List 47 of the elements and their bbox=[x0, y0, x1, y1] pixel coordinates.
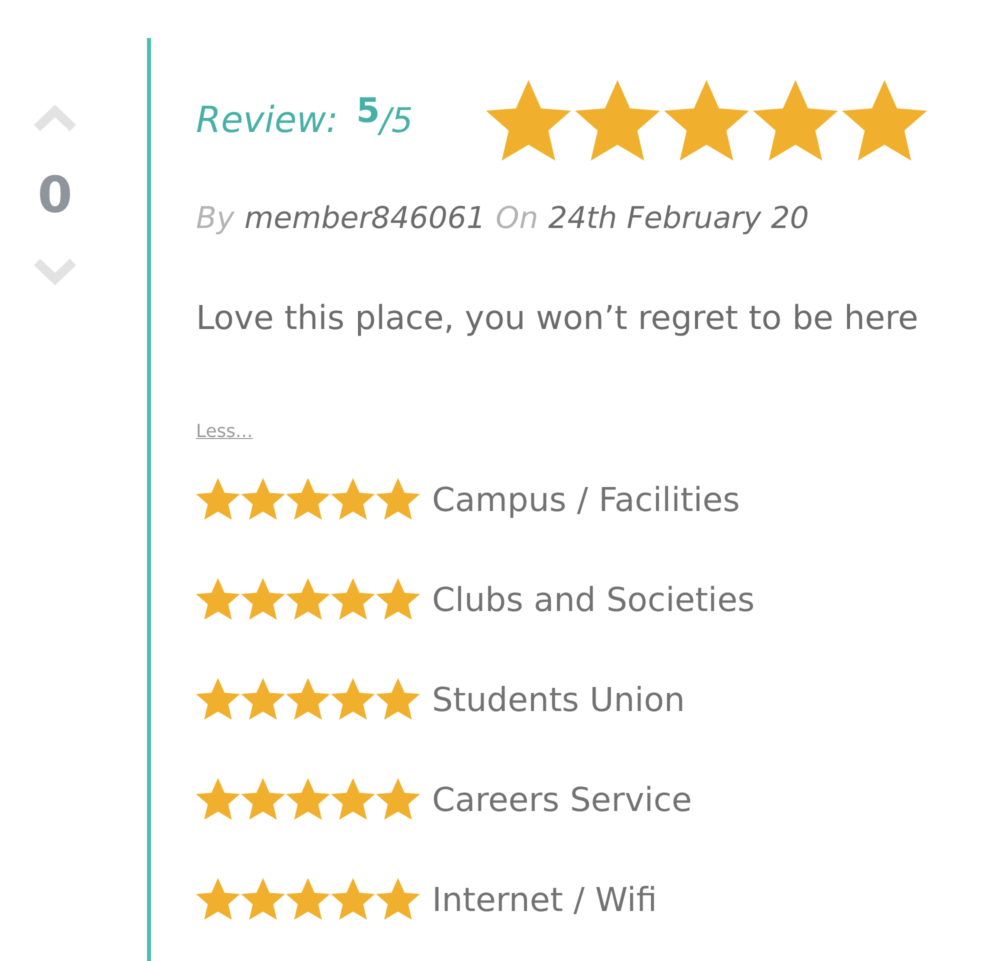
vote-count: 0 bbox=[38, 170, 72, 220]
upvote-icon[interactable] bbox=[33, 104, 77, 132]
less-link[interactable]: Less... bbox=[196, 421, 253, 442]
rating-category: Campus / Facilities bbox=[432, 480, 740, 518]
star-icon bbox=[196, 478, 240, 520]
star-icon bbox=[842, 80, 927, 161]
star-icon bbox=[241, 878, 285, 920]
star-icon bbox=[286, 578, 330, 620]
star-icon bbox=[376, 878, 420, 920]
star-icon bbox=[286, 678, 330, 720]
star-icon bbox=[753, 80, 838, 161]
star-icon bbox=[286, 878, 330, 920]
rating-category: Clubs and Societies bbox=[432, 580, 755, 618]
star-icon bbox=[376, 778, 420, 820]
rating-category: Students Union bbox=[432, 680, 685, 718]
star-icon bbox=[196, 678, 240, 720]
author-name: member846061 bbox=[244, 201, 486, 236]
star-icon bbox=[241, 478, 285, 520]
rating-category: Careers Service bbox=[432, 780, 692, 818]
star-icon bbox=[376, 578, 420, 620]
star-icon bbox=[241, 678, 285, 720]
star-icon bbox=[331, 578, 375, 620]
star-icon bbox=[331, 878, 375, 920]
star-icon bbox=[575, 80, 660, 161]
star-icon bbox=[664, 80, 749, 161]
on-label: On bbox=[496, 201, 538, 236]
review-score: 5 bbox=[356, 91, 380, 131]
star-icon bbox=[241, 778, 285, 820]
star-icon bbox=[376, 678, 420, 720]
review-date: 24th February 20 bbox=[548, 201, 810, 236]
star-icon bbox=[286, 478, 330, 520]
star-icon bbox=[196, 578, 240, 620]
star-icon bbox=[331, 478, 375, 520]
star-icon bbox=[286, 778, 330, 820]
star-icon bbox=[331, 678, 375, 720]
star-icon bbox=[196, 778, 240, 820]
star-icon bbox=[486, 80, 571, 161]
review-out-of: /5 bbox=[380, 101, 413, 141]
downvote-icon[interactable] bbox=[33, 258, 77, 286]
by-label: By bbox=[196, 201, 234, 236]
review-text: Love this place, you won’t regret to be here bbox=[196, 298, 920, 337]
star-icon bbox=[196, 878, 240, 920]
star-icon bbox=[331, 778, 375, 820]
rating-category: Internet / Wifi bbox=[432, 880, 657, 918]
star-icon bbox=[241, 578, 285, 620]
review-label: Review: bbox=[196, 100, 338, 141]
star-icon bbox=[376, 478, 420, 520]
